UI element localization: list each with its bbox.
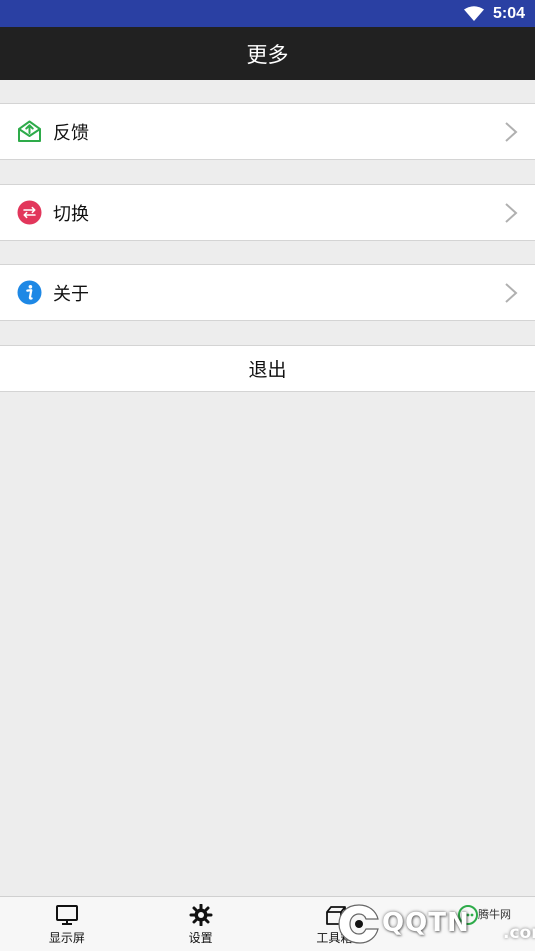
page-title: 更多 (246, 42, 289, 67)
logout-button[interactable]: 退出 (0, 345, 535, 392)
title-bar: 更多 (0, 27, 535, 80)
wifi-icon (463, 5, 484, 21)
tab-toolbox[interactable]: 工具箱 (268, 897, 402, 951)
menu-item-label: 关于 (53, 283, 89, 305)
feedback-envelope-icon (17, 119, 42, 144)
tab-label: 显示屏 (48, 931, 85, 945)
chevron-right-icon (505, 202, 518, 223)
chevron-right-icon (505, 282, 518, 303)
tab-display[interactable]: 显示屏 (0, 897, 134, 951)
tab-settings[interactable]: 设置 (134, 897, 268, 951)
menu-item-switch[interactable]: 切换 (0, 184, 535, 241)
switch-arrows-icon (17, 200, 42, 225)
tab-label: 设置 (188, 931, 213, 945)
menu-item-feedback[interactable]: 反馈 (0, 103, 535, 160)
status-bar: 5:04 (0, 0, 535, 27)
monitor-icon (55, 905, 78, 925)
tab-more[interactable] (401, 897, 535, 951)
info-icon (17, 280, 42, 305)
menu-item-label: 反馈 (53, 122, 89, 144)
menu-item-about[interactable]: 关于 (0, 264, 535, 321)
status-time: 5:04 (492, 4, 525, 22)
toolbox-icon (326, 906, 347, 925)
bottom-tab-bar: 显示屏 设置 工具箱 (0, 896, 535, 951)
menu-item-label: 切换 (53, 203, 89, 225)
chevron-right-icon (505, 121, 518, 142)
gear-icon (189, 904, 213, 926)
more-icon (458, 905, 479, 925)
tab-label: 工具箱 (316, 931, 353, 945)
